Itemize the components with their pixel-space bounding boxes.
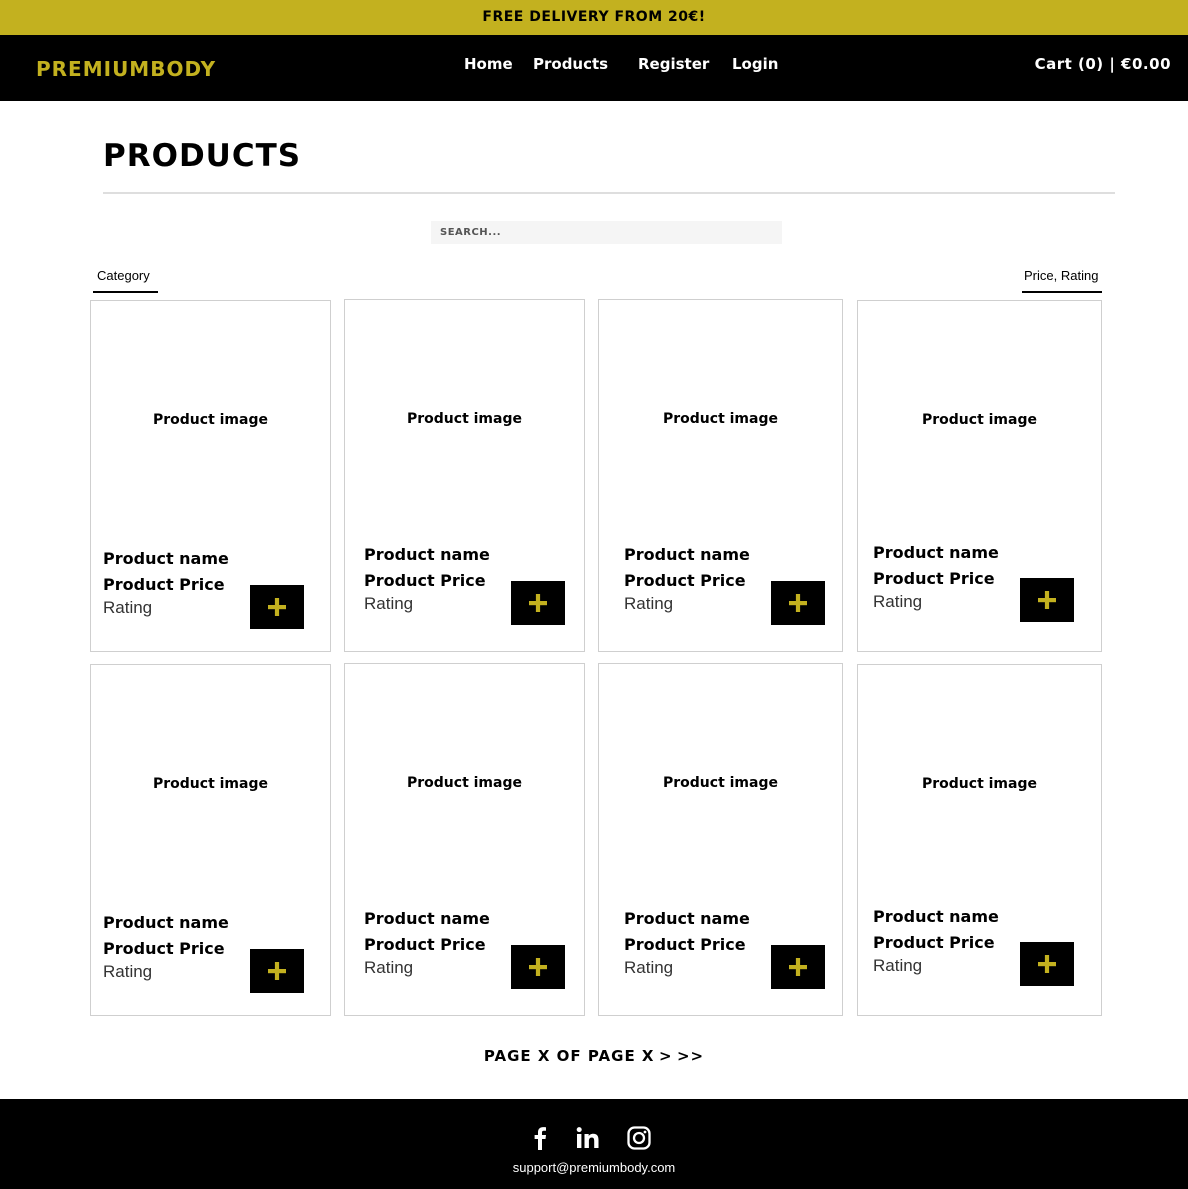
add-to-cart-button[interactable] [771,581,825,625]
next-page-link[interactable]: > [659,1047,673,1065]
product-price: Product Price [873,933,995,952]
plus-icon [1038,591,1056,609]
pagination: PAGE X OF PAGE X > >> [0,1047,1188,1066]
product-card[interactable]: Product image Product name Product Price Ra… [90,664,331,1016]
plus-icon [268,598,286,616]
product-card[interactable]: Product image Product name Product Price Ra… [598,299,843,652]
product-image: Product image [407,775,522,791]
product-rating: Rating [364,594,414,613]
sort-filter[interactable]: Price, Rating [1022,268,1102,293]
product-image: Product image [153,776,268,792]
product-rating: Rating [873,956,923,975]
facebook-icon[interactable] [527,1125,553,1151]
product-price: Product Price [624,571,746,590]
product-name: Product name [103,913,229,932]
pagination-text: PAGE X OF PAGE X [483,1047,655,1065]
search-input[interactable] [431,221,782,244]
plus-icon [789,594,807,612]
product-rating: Rating [364,958,414,977]
add-to-cart-button[interactable] [250,949,304,993]
category-filter[interactable]: Category [93,268,158,293]
instagram-icon[interactable] [626,1125,652,1151]
add-to-cart-button[interactable] [771,945,825,989]
product-name: Product name [624,909,750,928]
support-email[interactable]: support@premiumbody.com [0,1160,1188,1175]
product-card[interactable]: Product image Product name Product Price Ra… [857,300,1102,652]
add-to-cart-button[interactable] [511,945,565,989]
nav-products[interactable]: Products [533,55,608,73]
page-title: PRODUCTS [103,138,302,174]
product-price: Product Price [364,935,486,954]
product-card[interactable]: Product image Product name Product Price Ra… [857,664,1102,1016]
product-image: Product image [922,776,1037,792]
linkedin-icon[interactable] [575,1125,601,1151]
add-to-cart-button[interactable] [511,581,565,625]
nav-register[interactable]: Register [638,55,709,73]
product-rating: Rating [624,594,674,613]
product-rating: Rating [103,598,153,617]
product-name: Product name [364,909,490,928]
brand-logo[interactable]: PREMIUMBODY [36,57,216,81]
product-rating: Rating [873,592,923,611]
product-name: Product name [364,545,490,564]
nav-login[interactable]: Login [732,55,778,73]
product-price: Product Price [103,575,225,594]
promo-bar: FREE DELIVERY FROM 20€! [0,0,1188,35]
product-image: Product image [922,412,1037,428]
plus-icon [268,962,286,980]
cart-link[interactable]: Cart (0) | €0.00 [1035,55,1171,73]
product-name: Product name [103,549,229,568]
product-image: Product image [663,775,778,791]
product-name: Product name [624,545,750,564]
plus-icon [529,594,547,612]
product-image: Product image [407,411,522,427]
plus-icon [1038,955,1056,973]
promo-text: FREE DELIVERY FROM 20€! [482,9,706,25]
title-divider [103,192,1115,194]
product-image: Product image [663,411,778,427]
footer: support@premiumbody.com [0,1099,1188,1189]
product-rating: Rating [103,962,153,981]
product-card[interactable]: Product image Product name Product Price Ra… [90,300,331,652]
product-card[interactable]: Product image Product name Product Price Ra… [344,299,585,652]
add-to-cart-button[interactable] [1020,942,1074,986]
product-rating: Rating [624,958,674,977]
plus-icon [789,958,807,976]
product-name: Product name [873,543,999,562]
product-card[interactable]: Product image Product name Product Price Ra… [344,663,585,1016]
plus-icon [529,958,547,976]
navbar: PREMIUMBODY Home Products Register Login… [0,35,1188,101]
product-card[interactable]: Product image Product name Product Price Ra… [598,663,843,1016]
product-price: Product Price [103,939,225,958]
nav-home[interactable]: Home [464,55,513,73]
product-image: Product image [153,412,268,428]
product-price: Product Price [364,571,486,590]
product-price: Product Price [624,935,746,954]
add-to-cart-button[interactable] [1020,578,1074,622]
product-name: Product name [873,907,999,926]
last-page-link[interactable]: >> [677,1047,704,1065]
product-price: Product Price [873,569,995,588]
add-to-cart-button[interactable] [250,585,304,629]
